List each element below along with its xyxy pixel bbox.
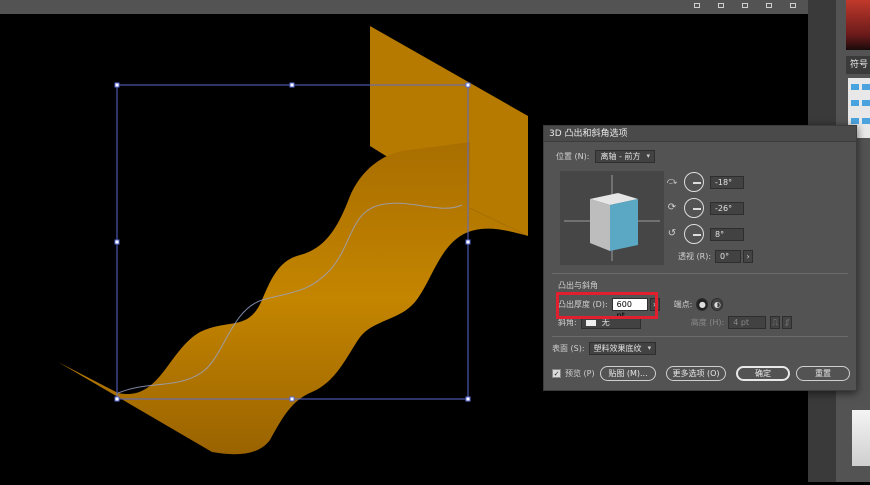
bbox-handle[interactable]: [114, 396, 120, 402]
preview-label: 预览 (P): [565, 369, 595, 378]
rotation-cube-preview[interactable]: [560, 171, 664, 265]
chevron-right-icon[interactable]: ›: [743, 250, 754, 263]
arrange-icon[interactable]: [738, 0, 752, 10]
rotate-z-icon: ↺: [667, 228, 677, 239]
preview-checkbox[interactable]: ✓: [552, 369, 561, 378]
arrange-icon[interactable]: [714, 0, 728, 10]
bbox-handle[interactable]: [465, 82, 471, 88]
arrange-icon[interactable]: [690, 0, 704, 10]
reset-button[interactable]: 重置: [796, 366, 850, 381]
bbox-handle[interactable]: [114, 82, 120, 88]
swatch-preview: [852, 410, 870, 466]
cube-icon[interactable]: [560, 171, 664, 265]
divider: [552, 273, 848, 274]
chevron-down-icon: ▾: [646, 152, 650, 160]
cap-off-icon[interactable]: ◐: [711, 298, 724, 311]
bevel-in-icon: ⎎: [782, 316, 793, 329]
bbox-handle[interactable]: [289, 396, 295, 402]
wave-ribbon: [58, 142, 528, 455]
tab-symbols[interactable]: 符号: [846, 56, 870, 74]
extrude-bevel-dialog: 3D 凸出和斜角选项 位置 (N): 离轴 - 前方 ▾ ⤼ -18° ⟳ -2…: [543, 125, 857, 391]
bbox-handle[interactable]: [289, 82, 295, 88]
extrude-depth-label: 凸出厚度 (D):: [558, 300, 608, 309]
bbox-handle[interactable]: [465, 396, 471, 402]
rotate-x-knob[interactable]: [684, 172, 704, 192]
bevel-select[interactable]: 无: [580, 316, 641, 329]
surface-select[interactable]: 塑料效果底纹 ▾: [588, 342, 657, 355]
extrude-section-label: 凸出与斜角: [558, 281, 598, 290]
arrange-icon[interactable]: [762, 0, 776, 10]
perspective-label: 透视 (R):: [678, 252, 712, 261]
surface-value: 塑料效果底纹: [593, 344, 642, 353]
position-value: 离轴 - 前方: [600, 152, 641, 161]
bbox-handle[interactable]: [465, 239, 471, 245]
bevel-out-icon: ⎍: [770, 316, 781, 329]
rotate-y-icon: ⟳: [667, 202, 677, 213]
surface-label: 表面 (S):: [552, 344, 585, 353]
rotate-x-icon: ⤼: [666, 176, 678, 187]
height-field: 4 pt: [728, 316, 767, 329]
bevel-value: 无: [601, 318, 610, 327]
bevel-label: 斜角:: [558, 318, 577, 327]
top-toolbar: [0, 0, 835, 14]
dialog-title: 3D 凸出和斜角选项: [544, 126, 856, 142]
bevel-swatch: [585, 319, 596, 326]
perspective-field[interactable]: 0°: [715, 250, 742, 263]
cap-on-icon[interactable]: ●: [696, 298, 709, 311]
height-label: 高度 (H):: [690, 318, 725, 327]
rotate-y-knob[interactable]: [684, 198, 704, 218]
ok-button[interactable]: 确定: [736, 366, 790, 381]
extrude-depth-field[interactable]: 600 pt: [611, 298, 648, 320]
chevron-down-icon: ▾: [647, 344, 652, 352]
divider: [552, 336, 848, 337]
rotate-z-field[interactable]: 8°: [710, 227, 744, 241]
more-options-button[interactable]: 更多选项 (O): [666, 366, 726, 381]
color-spectrum[interactable]: [846, 0, 870, 50]
position-label: 位置 (N):: [556, 152, 590, 161]
cap-label: 端点:: [673, 300, 693, 309]
position-select[interactable]: 离轴 - 前方 ▾: [595, 150, 655, 163]
chevron-right-icon[interactable]: ›: [649, 298, 660, 311]
arrange-icon[interactable]: [786, 0, 800, 10]
bbox-handle[interactable]: [114, 239, 120, 245]
rotate-x-field[interactable]: -18°: [710, 175, 744, 189]
rotate-y-field[interactable]: -26°: [710, 201, 744, 215]
map-button[interactable]: 贴图 (M)...: [600, 366, 656, 381]
rotate-z-knob[interactable]: [684, 224, 704, 244]
